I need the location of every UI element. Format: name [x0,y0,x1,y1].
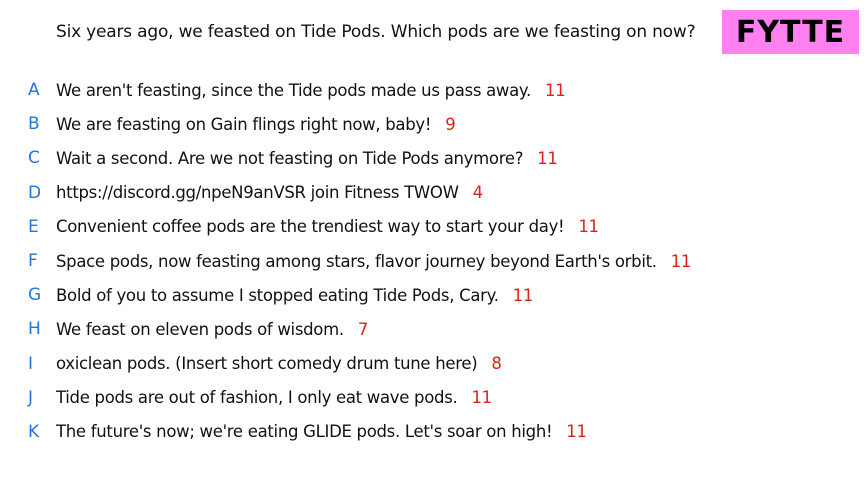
response-list: A We aren't feasting, since the Tide pod… [0,73,864,449]
response-letter: I [28,353,34,374]
response-row-a: A We aren't feasting, since the Tide pod… [0,73,864,107]
response-text: Tide pods are out of fashion, I only eat… [56,388,458,408]
response-row-e: E Convenient coffee pods are the trendie… [0,210,864,244]
response-letter: C [28,148,40,169]
response-letter: E [28,216,39,237]
response-text: The future's now; we're eating GLIDE pod… [56,422,553,442]
word-count: 11 [471,388,492,408]
response-text: Convenient coffee pods are the trendiest… [56,217,565,237]
response-letter: K [28,421,40,442]
word-count: 11 [578,217,599,237]
response-letter: A [28,80,40,101]
word-count: 9 [445,114,456,134]
response-text: We are feasting on Gain flings right now… [56,114,432,134]
response-row-b: B We are feasting on Gain flings right n… [0,107,864,141]
word-count: 8 [491,354,502,374]
response-row-k: K The future's now; we're eating GLIDE p… [0,415,864,449]
response-text: oxiclean pods. (Insert short comedy drum… [56,354,478,374]
response-row-j: J Tide pods are out of fashion, I only e… [0,381,864,415]
word-count: 7 [357,319,369,339]
response-letter: H [28,319,41,340]
word-count: 11 [566,422,587,442]
response-text: Bold of you to assume I stopped eating T… [56,285,499,305]
response-text: https://discord.gg/npeN9anVSR join Fitne… [56,183,459,203]
response-letter: J [28,387,34,408]
response-row-i: I oxiclean pods. (Insert short comedy dr… [0,347,864,381]
response-letter: D [28,182,42,203]
response-text: Wait a second. Are we not feasting on Ti… [56,148,524,168]
word-count: 11 [537,148,558,168]
word-count: 11 [512,285,534,305]
word-count: 4 [472,183,484,203]
response-text: Space pods, now feasting among stars, fl… [56,251,657,271]
response-row-c: C Wait a second. Are we not feasting on … [0,141,864,175]
response-row-h: H We feast on eleven pods of wisdom. 7 [0,312,864,346]
response-row-g: G Bold of you to assume I stopped eating… [0,278,864,312]
response-letter: B [28,114,40,135]
word-count: 11 [670,251,692,271]
response-row-d: D https://discord.gg/npeN9anVSR join Fit… [0,176,864,210]
name-badge: FYTTE [722,10,859,54]
response-letter: F [28,251,38,272]
response-row-f: F Space pods, now feasting among stars, … [0,244,864,278]
response-letter: G [28,285,42,306]
question-prompt: Six years ago, we feasted on Tide Pods. … [56,22,696,42]
response-text: We feast on eleven pods of wisdom. [56,319,344,339]
response-text: We aren't feasting, since the Tide pods … [56,80,531,100]
word-count: 11 [544,80,566,100]
